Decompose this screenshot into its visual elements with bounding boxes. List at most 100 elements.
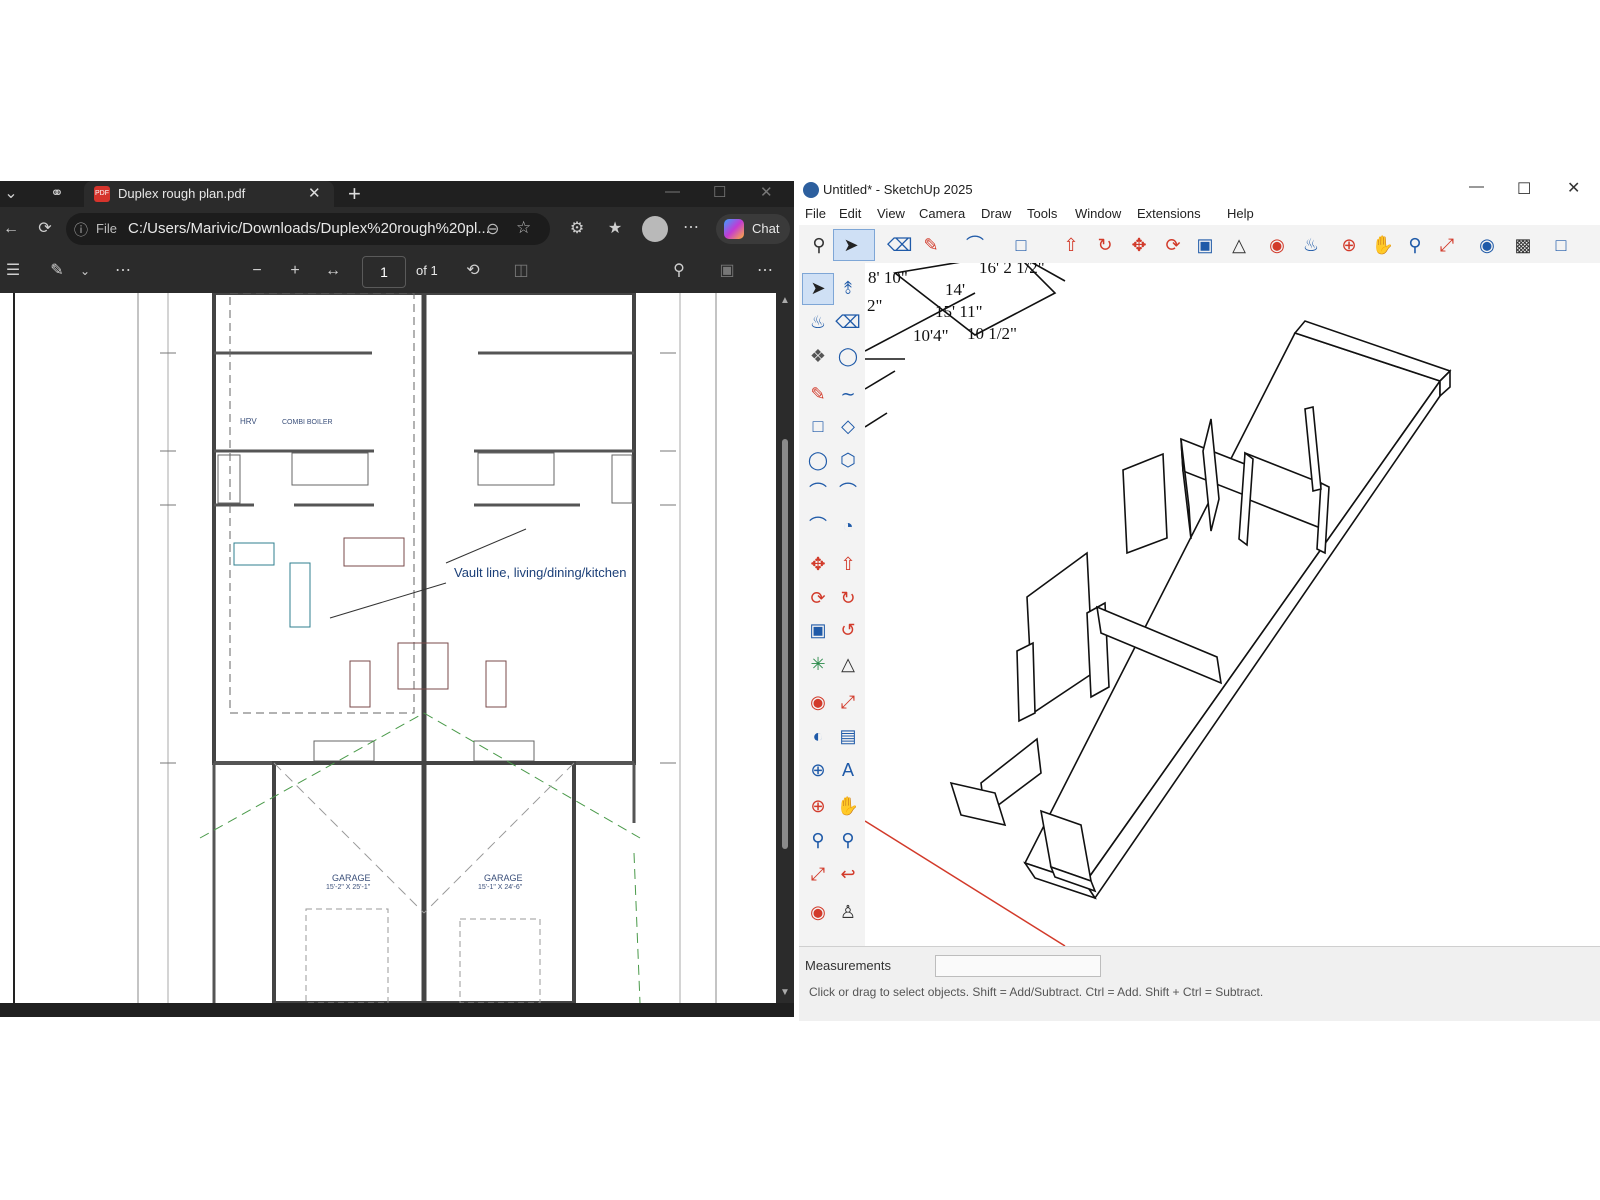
- draw-options-chevron-icon[interactable]: ⌄: [74, 261, 96, 281]
- url-text[interactable]: C:/Users/Marivic/Downloads/Duplex%20roug…: [128, 220, 490, 237]
- menu-view[interactable]: View: [877, 206, 905, 221]
- menu-tools[interactable]: Tools: [1027, 206, 1057, 221]
- contents-list-icon[interactable]: ☰: [2, 261, 24, 281]
- make-component-icon[interactable]: ❖: [805, 343, 831, 369]
- pan-hand-icon[interactable]: ✋: [835, 793, 861, 819]
- dimension-icon[interactable]: ⤢: [835, 689, 861, 715]
- scale-icon[interactable]: ▣: [1193, 233, 1217, 257]
- search-icon[interactable]: ⚲: [668, 261, 690, 281]
- circle-icon[interactable]: ◯: [805, 447, 831, 473]
- minimize-icon[interactable]: —: [1469, 178, 1484, 195]
- position-camera-icon[interactable]: ✳: [805, 651, 831, 677]
- zoom-extents-icon[interactable]: ⤢: [805, 861, 831, 887]
- pdf-document-view[interactable]: HRV COMBI BOILER Vault line, living/dini…: [0, 293, 776, 1003]
- zoom-icon[interactable]: ⚲: [805, 827, 831, 853]
- previous-view-icon[interactable]: ↩: [835, 861, 861, 887]
- refresh-icon[interactable]: ⟳: [34, 219, 56, 239]
- rectangle-icon[interactable]: □: [1009, 233, 1033, 257]
- workspaces-globe-icon[interactable]: ⚭: [46, 184, 68, 204]
- eraser-icon[interactable]: ⌫: [887, 233, 912, 257]
- menu-draw[interactable]: Draw: [981, 206, 1011, 221]
- scale-icon[interactable]: ▣: [805, 617, 831, 643]
- scroll-up-icon[interactable]: ▲: [780, 295, 790, 306]
- freehand-icon[interactable]: ∼: [835, 381, 861, 407]
- extensions-icon[interactable]: ⚙: [566, 219, 588, 239]
- maximize-icon[interactable]: ☐: [713, 183, 726, 201]
- push-pull-icon[interactable]: ⇧: [1059, 233, 1083, 257]
- menu-window[interactable]: Window: [1075, 206, 1121, 221]
- fit-width-icon[interactable]: ↔: [322, 261, 344, 281]
- rotate-icon[interactable]: ⟳: [805, 585, 831, 611]
- eraser-icon[interactable]: ⌫: [835, 309, 861, 335]
- search-icon[interactable]: ⚲: [807, 233, 831, 257]
- paint-bucket-icon[interactable]: ♨: [805, 309, 831, 335]
- draw-highlighter-icon[interactable]: ✎: [46, 261, 68, 281]
- walk-icon[interactable]: ♙: [835, 899, 861, 925]
- flip-icon[interactable]: △: [1227, 233, 1251, 257]
- zoom-window-icon[interactable]: ⚲: [835, 827, 861, 853]
- polygon-icon[interactable]: ⬡: [835, 447, 861, 473]
- menu-extensions[interactable]: Extensions: [1137, 206, 1201, 221]
- follow-me-icon[interactable]: ↻: [1093, 233, 1117, 257]
- close-window-icon[interactable]: ✕: [760, 183, 773, 201]
- lasso-select-icon[interactable]: ⥉: [835, 275, 861, 301]
- axes-icon[interactable]: ⊕: [805, 757, 831, 783]
- maximize-icon[interactable]: ☐: [1517, 179, 1531, 199]
- more-menu-icon[interactable]: ⋯: [680, 218, 702, 238]
- arc-icon[interactable]: ⌒: [805, 479, 831, 505]
- profile-avatar[interactable]: [642, 216, 668, 242]
- 3d-text-icon[interactable]: A: [835, 757, 861, 783]
- page-view-icon[interactable]: ◫: [510, 261, 532, 281]
- zoom-out-icon[interactable]: ⊖: [486, 219, 499, 239]
- zoom-extents-icon[interactable]: ⤢: [1435, 233, 1459, 257]
- favorite-star-icon[interactable]: ☆: [516, 218, 531, 238]
- save-icon[interactable]: ▣: [716, 261, 738, 281]
- look-around-icon[interactable]: ◉: [805, 899, 831, 925]
- paint-bucket-icon[interactable]: ♨: [1299, 233, 1323, 257]
- close-window-icon[interactable]: ✕: [1567, 178, 1580, 198]
- zoom-out-icon[interactable]: −: [246, 261, 268, 281]
- tape-measure-icon[interactable]: ◉: [1265, 233, 1289, 257]
- menu-file[interactable]: File: [805, 206, 826, 221]
- extension-icon[interactable]: ▩: [1511, 233, 1535, 257]
- offset-icon[interactable]: ↺: [835, 617, 861, 643]
- pie-icon[interactable]: ◔: [835, 513, 861, 539]
- orbit-icon[interactable]: ⊕: [1337, 233, 1361, 257]
- orbit-icon[interactable]: ⊕: [805, 793, 831, 819]
- three-point-arc-icon[interactable]: ⌒: [805, 513, 831, 539]
- follow-me-icon[interactable]: ↻: [835, 585, 861, 611]
- rectangle-icon[interactable]: □: [805, 413, 831, 439]
- menu-help[interactable]: Help: [1227, 206, 1254, 221]
- warehouse-icon[interactable]: ◉: [1475, 233, 1499, 257]
- pencil-line-icon[interactable]: ✎: [919, 233, 943, 257]
- tape-measure-icon[interactable]: ◉: [805, 689, 831, 715]
- two-point-arc-icon[interactable]: ⌒: [835, 479, 861, 505]
- tab-actions-chevron-icon[interactable]: ⌄: [0, 184, 22, 204]
- sketchup-model-viewport[interactable]: 8' 10" 16' 2 1/2" 14' 2" 15' 11" 10'4" 1…: [865, 263, 1600, 946]
- flip-icon[interactable]: △: [835, 651, 861, 677]
- pan-hand-icon[interactable]: ✋: [1371, 233, 1395, 257]
- minimize-icon[interactable]: —: [665, 183, 680, 200]
- push-pull-icon[interactable]: ⇧: [835, 551, 861, 577]
- menu-edit[interactable]: Edit: [839, 206, 861, 221]
- move-icon[interactable]: ✥: [1127, 233, 1151, 257]
- protractor-icon[interactable]: ◐: [805, 723, 831, 749]
- scroll-down-icon[interactable]: ▼: [780, 987, 790, 998]
- menu-camera[interactable]: Camera: [919, 206, 965, 221]
- scroll-thumb[interactable]: [782, 439, 788, 849]
- back-arrow-icon[interactable]: ←: [0, 219, 22, 239]
- measurements-input[interactable]: [935, 955, 1101, 977]
- new-tab-plus-icon[interactable]: +: [348, 181, 361, 207]
- line-pencil-icon[interactable]: ✎: [805, 381, 831, 407]
- copilot-chat-button[interactable]: Chat: [716, 214, 790, 244]
- address-bar[interactable]: ⓘ File C:/Users/Marivic/Downloads/Duplex…: [66, 213, 550, 245]
- close-tab-icon[interactable]: ✕: [308, 184, 321, 202]
- tag-tool-icon[interactable]: ◯: [835, 343, 861, 369]
- favorites-list-icon[interactable]: ★: [604, 219, 626, 239]
- new-file-icon[interactable]: □: [1549, 233, 1573, 257]
- rotate-icon[interactable]: ⟲: [462, 261, 484, 281]
- pdf-scrollbar[interactable]: ▲ ▼: [776, 293, 794, 1003]
- tab-duplex-pdf[interactable]: PDF Duplex rough plan.pdf ✕: [84, 181, 334, 207]
- info-icon[interactable]: ⓘ: [74, 220, 88, 240]
- rotated-rectangle-icon[interactable]: ◇: [835, 413, 861, 439]
